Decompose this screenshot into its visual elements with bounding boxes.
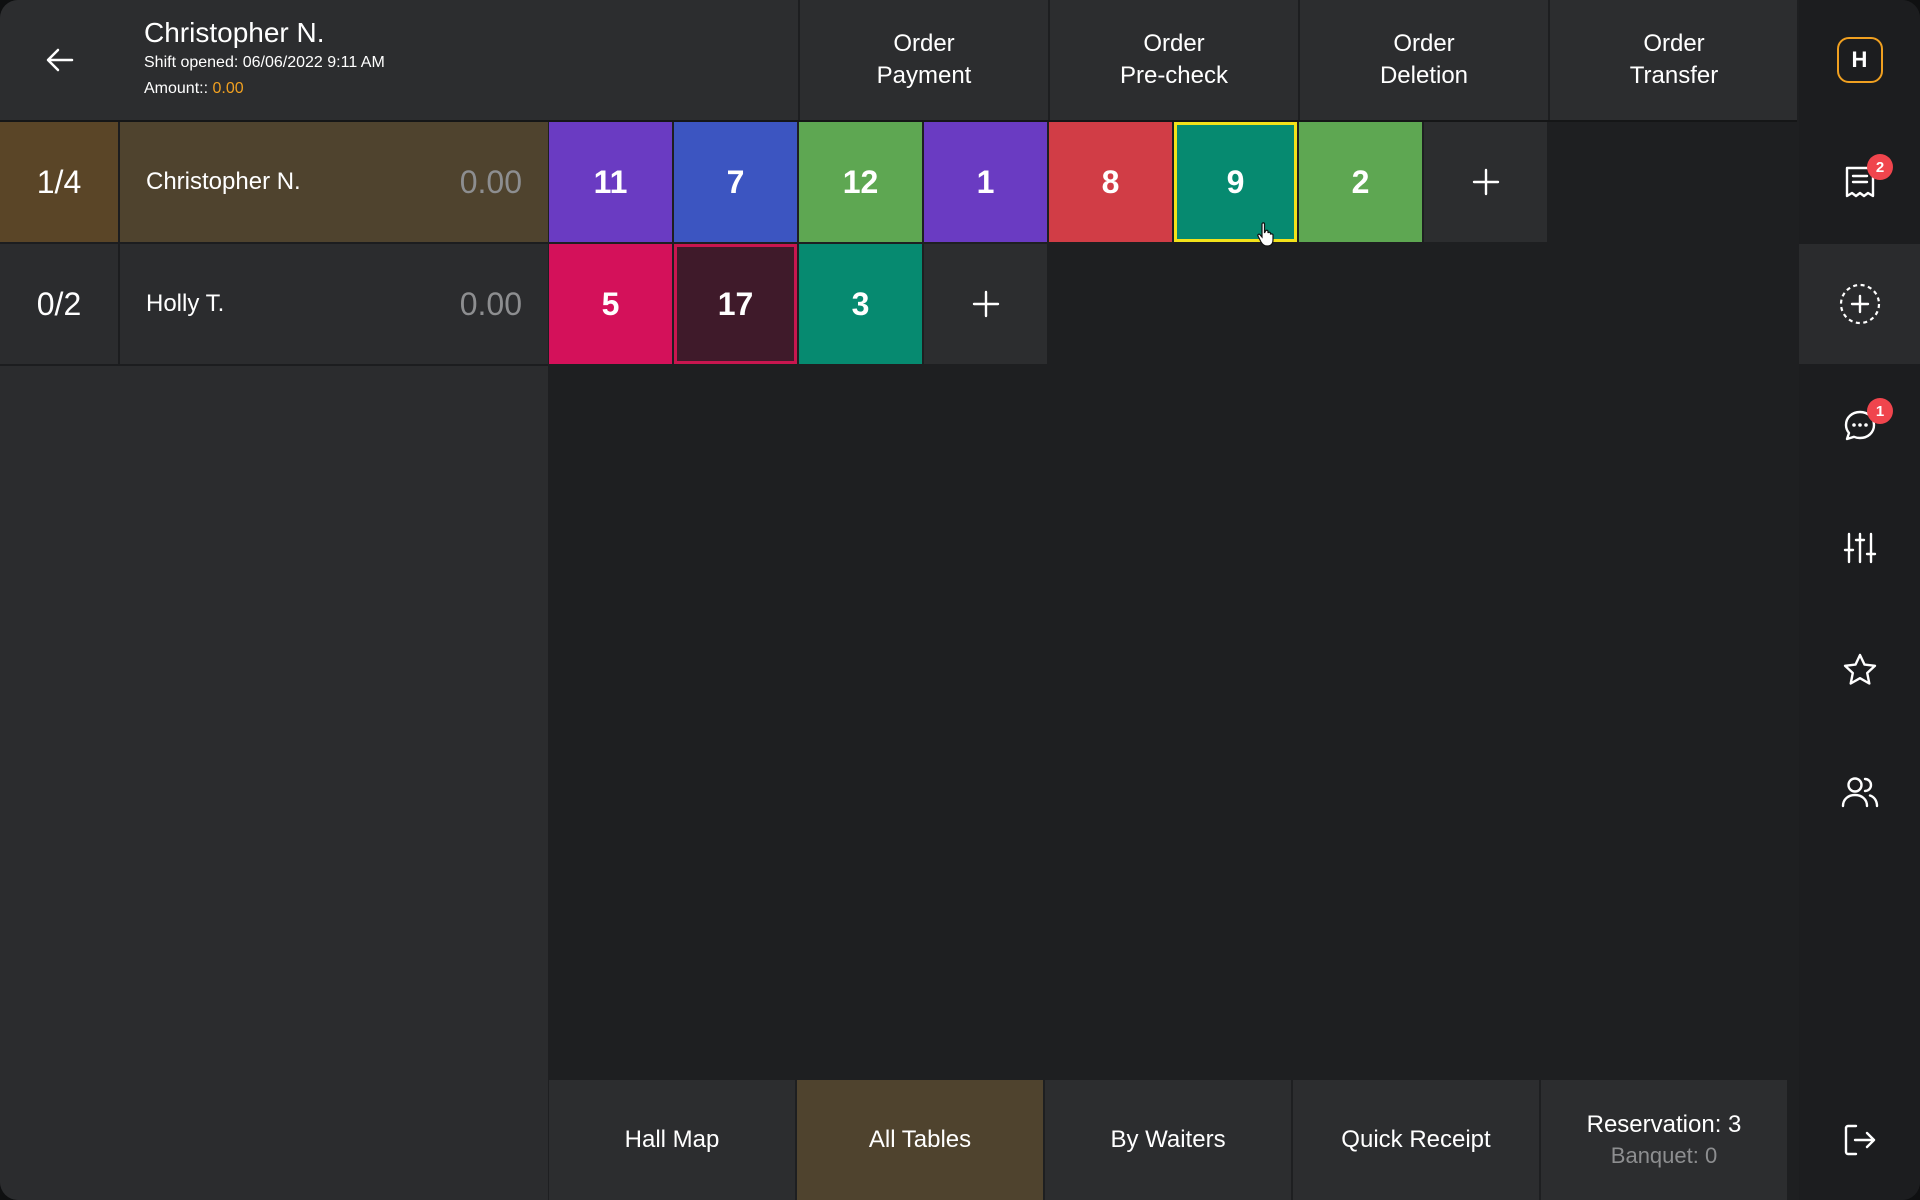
waiter-list: 1/4 Christopher N. 0.00 0/2 Holly T. 0.0… [0,122,548,1200]
order-payment-line2: Payment [876,62,972,89]
shift-opened: Shift opened: 06/06/2022 9:11 AM [144,50,385,76]
add-circle-icon [1839,283,1880,325]
add-order-button[interactable] [1799,244,1920,364]
waiter-amount: 0.00 [459,163,522,200]
plus-icon [972,290,999,318]
tab-hall-map-label: Hall Map [624,1126,720,1153]
waiter-table-count: 1/4 [0,122,120,242]
order-precheck-button[interactable]: Order Pre-check [1048,0,1298,120]
arrow-left-icon [46,48,74,72]
add-table-button[interactable] [924,244,1047,364]
table-number: 8 [1101,163,1120,200]
app-logo: H [1799,0,1920,120]
tab-all-tables-label: All Tables [868,1126,972,1153]
tables-grid: 11 7 12 1 8 9 2 5 17 3 [549,122,1549,366]
star-icon [1843,653,1876,685]
table-number: 5 [601,285,620,322]
sliders-icon [1843,532,1876,564]
tab-hall-map[interactable]: Hall Map [549,1080,795,1200]
back-button[interactable] [20,20,100,100]
messages-button[interactable]: 1 [1799,366,1920,486]
table-number: 1 [976,163,995,200]
tab-quick-receipt-label: Quick Receipt [1341,1126,1491,1153]
order-precheck-line1: Order [1143,30,1205,57]
logout-icon [1844,1124,1875,1156]
user-name: Christopher N. [144,17,325,48]
users-icon [1841,777,1878,808]
table-tile[interactable]: 5 [549,244,672,364]
header-bar: Christopher N. Shift opened: 06/06/2022 … [0,0,1797,122]
shift-info: Christopher N. Shift opened: 06/06/2022 … [144,16,385,102]
hand-cursor-icon [1257,222,1274,247]
logo-letter: H [1851,47,1868,72]
order-payment-line1: Order [893,30,955,57]
tab-by-waiters[interactable]: By Waiters [1045,1080,1291,1200]
waiter-row[interactable]: 1/4 Christopher N. 0.00 [0,122,548,244]
reservation-count: Reservation: 3 [1586,1111,1742,1138]
order-transfer-button[interactable]: Order Transfer [1548,0,1798,120]
amount-label: Amount:: [144,80,209,97]
table-number: 11 [593,163,628,200]
settings-button[interactable] [1799,488,1920,608]
tables-row: 11 7 12 1 8 9 2 [549,122,1549,242]
waiter-name: Holly T. [146,290,225,317]
waiter-amount: 0.00 [459,285,522,322]
table-tile[interactable]: 8 [1049,122,1172,242]
receipts-button[interactable]: 2 [1799,122,1920,242]
tab-all-tables[interactable]: All Tables [797,1080,1043,1200]
table-number: 7 [726,163,745,200]
table-number: 2 [1351,163,1370,200]
table-tile[interactable]: 2 [1299,122,1422,242]
table-tile[interactable]: 9 [1174,122,1297,242]
shift-value: 06/06/2022 9:11 AM [242,54,385,71]
order-transfer-line2: Transfer [1629,62,1719,89]
order-deletion-button[interactable]: Order Deletion [1298,0,1548,120]
tables-row: 5 17 3 [549,244,1549,364]
users-button[interactable] [1799,732,1920,852]
add-table-button[interactable] [1424,122,1547,242]
waiter-table-count: 0/2 [0,244,120,364]
table-number: 12 [842,163,879,200]
table-number: 9 [1226,163,1245,200]
order-precheck-line2: Pre-check [1119,62,1229,89]
table-tile[interactable]: 11 [549,122,672,242]
bottom-tabs: Hall Map All Tables By Waiters Quick Rec… [549,1080,1789,1200]
tab-by-waiters-label: By Waiters [1110,1126,1226,1153]
order-actions: Order Payment Order Pre-check Order Dele… [798,0,1798,120]
banquet-count: Banquet: 0 [1610,1143,1718,1168]
logout-button[interactable] [1799,1080,1920,1200]
table-tile[interactable]: 3 [799,244,922,364]
right-sidebar: H 2 1 [1799,0,1920,1200]
tab-quick-receipt[interactable]: Quick Receipt [1293,1080,1539,1200]
messages-badge: 1 [1867,398,1893,424]
order-payment-button[interactable]: Order Payment [798,0,1048,120]
table-tile[interactable]: 17 [674,244,797,364]
amount: Amount:: 0.00 [144,76,385,102]
tab-reservation[interactable]: Reservation: 3 Banquet: 0 [1541,1080,1787,1200]
logo-badge: H [1836,37,1883,83]
shift-label: Shift opened: [144,54,239,71]
waiter-name: Christopher N. [146,168,301,195]
order-deletion-line1: Order [1393,30,1455,57]
table-tile[interactable]: 12 [799,122,922,242]
order-transfer-line1: Order [1643,30,1705,57]
waiter-row[interactable]: 0/2 Holly T. 0.00 [0,244,548,366]
order-deletion-line2: Deletion [1379,62,1469,89]
receipts-badge: 2 [1867,154,1893,180]
favorites-button[interactable] [1799,610,1920,730]
table-tile[interactable]: 7 [674,122,797,242]
amount-value: 0.00 [212,80,244,97]
table-number: 17 [717,285,754,322]
plus-icon [1472,168,1499,196]
table-number: 3 [851,285,870,322]
app-window: Christopher N. Shift opened: 06/06/2022 … [0,0,1920,1200]
table-tile[interactable]: 1 [924,122,1047,242]
